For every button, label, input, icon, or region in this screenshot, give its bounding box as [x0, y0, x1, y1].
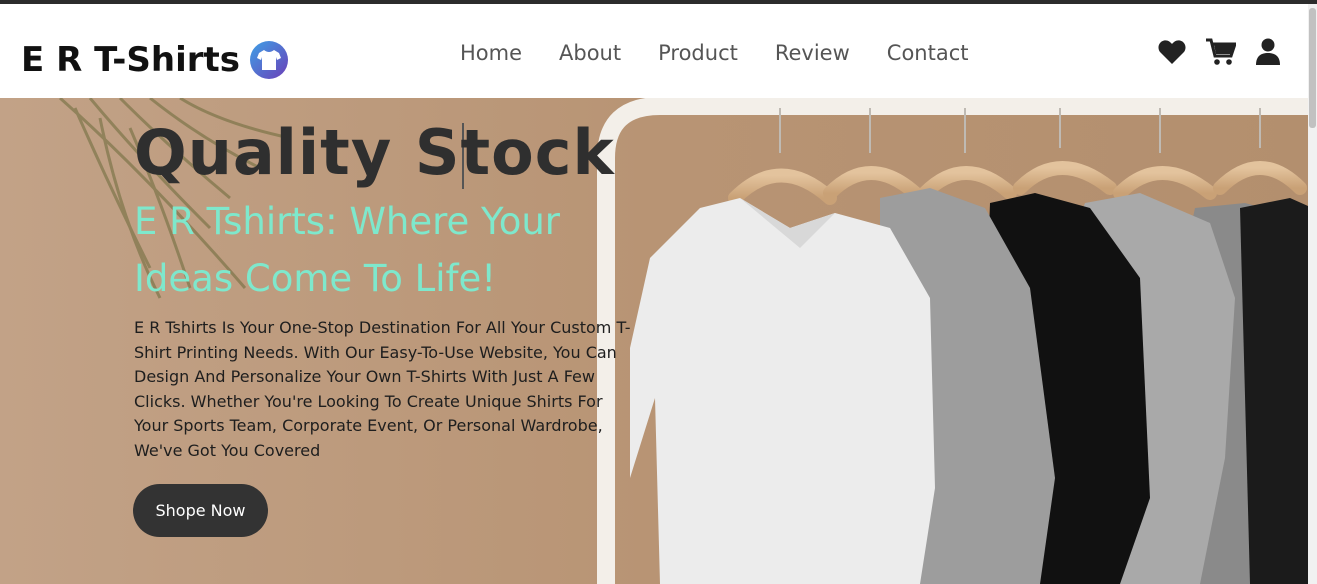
header-icons: [1158, 38, 1280, 66]
scrollbar-thumb[interactable]: [1309, 8, 1316, 128]
user-icon[interactable]: [1256, 38, 1280, 66]
site-header: E R T-Shirts Home About Product Review C…: [0, 4, 1308, 98]
brand-logo[interactable]: E R T-Shirts: [21, 40, 288, 80]
nav-contact[interactable]: Contact: [887, 41, 969, 65]
nav-product[interactable]: Product: [658, 41, 738, 65]
heart-icon[interactable]: [1158, 39, 1186, 65]
hero-description: E R Tshirts Is Your One-Stop Destination…: [134, 318, 631, 460]
hero-subtitle: E R Tshirts: Where Your Ideas Come To Li…: [134, 200, 561, 300]
hero-banner: Quality Stock E R Tshirts: Where Your Id…: [0, 98, 1308, 584]
nav-review[interactable]: Review: [775, 41, 850, 65]
hero-title: Quality Stock: [134, 116, 615, 189]
shop-now-button[interactable]: Shope Now: [133, 484, 268, 537]
scrollbar[interactable]: [1308, 4, 1317, 584]
nav-home[interactable]: Home: [460, 41, 522, 65]
tshirt-icon: [250, 41, 288, 79]
nav-about[interactable]: About: [559, 41, 621, 65]
main-nav: Home About Product Review Contact: [460, 41, 1005, 65]
brand-name: E R T-Shirts: [21, 40, 240, 80]
cart-icon[interactable]: [1206, 38, 1236, 66]
